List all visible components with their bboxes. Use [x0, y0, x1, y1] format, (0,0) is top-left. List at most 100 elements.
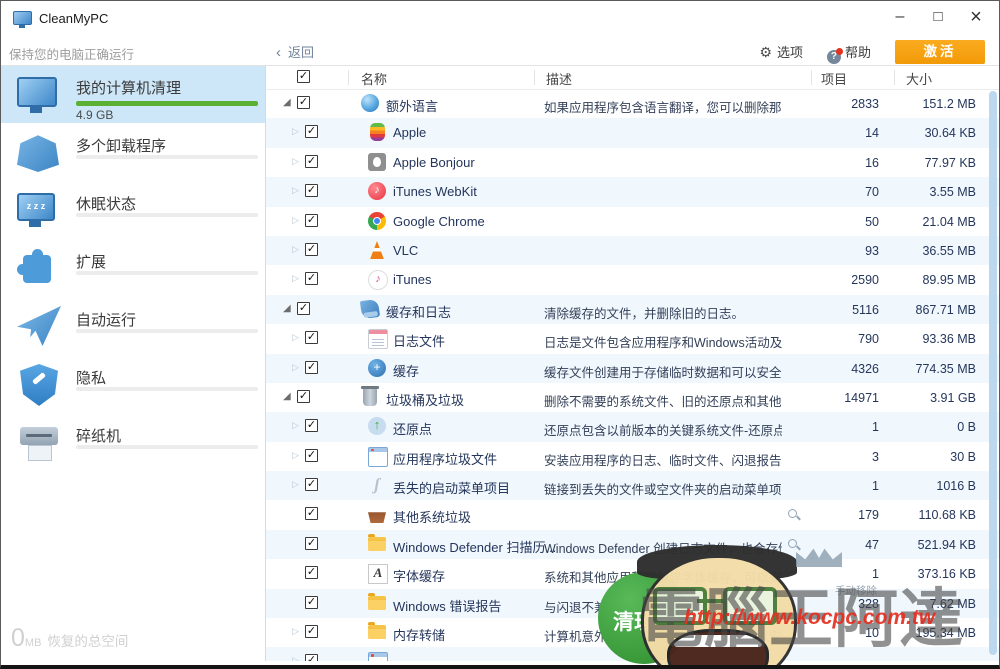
row-checkbox[interactable]: [297, 96, 310, 109]
sidebar-item-uninstaller[interactable]: 多个卸载程序: [1, 123, 265, 181]
select-all-checkbox[interactable]: [297, 70, 310, 83]
expand-arrow-icon[interactable]: [292, 185, 299, 196]
row-items-count: 16: [865, 155, 879, 170]
column-divider: [534, 70, 535, 85]
vertical-scrollbar-thumb[interactable]: [989, 91, 997, 655]
table-row-14[interactable]: 其他系统垃圾 179 110.68 KB: [266, 500, 999, 529]
row-checkbox[interactable]: [305, 125, 318, 139]
expand-arrow-icon[interactable]: [292, 626, 299, 637]
row-description: 链接到丢失的文件或空文件夹的启动菜单项目: [544, 483, 782, 498]
maximize-button[interactable]: [919, 1, 957, 35]
row-size: 867.71 MB: [915, 302, 976, 317]
help-icon: [826, 48, 843, 64]
table-row-6[interactable]: iTunes 2590 89.95 MB: [266, 265, 999, 294]
row-name: VLC: [393, 242, 419, 258]
options-label: 选项: [776, 45, 803, 60]
apple-color-icon: [370, 123, 385, 142]
help-button[interactable]: 帮助: [826, 42, 871, 64]
row-name: 还原点: [393, 422, 433, 438]
column-header-size[interactable]: 大小: [906, 69, 932, 88]
sidebar-item-hibernation[interactable]: 休眠状态: [1, 181, 265, 239]
column-header-name[interactable]: 名称: [361, 69, 387, 88]
expand-arrow-icon[interactable]: [292, 332, 299, 343]
sidebar-item-privacy[interactable]: 隐私: [1, 355, 265, 413]
table-row-11[interactable]: 还原点 还原点包含以前版本的关键系统文件-还原点（除... 1 0 B: [266, 412, 999, 442]
row-checkbox[interactable]: [305, 566, 318, 580]
row-checkbox[interactable]: [305, 536, 318, 550]
row-checkbox[interactable]: [305, 242, 318, 256]
back-button[interactable]: 返回: [276, 42, 314, 61]
table-row-10[interactable]: 垃圾桶及垃圾 删除不需要的系统文件、旧的还原点和其他系统垃... 14971 3…: [266, 383, 999, 412]
table-row-2[interactable]: Apple Bonjour 16 77.97 KB: [266, 148, 999, 177]
table-row-0[interactable]: 额外语言 如果应用程序包含语言翻译，您可以删除那些不... 2833 151.2…: [266, 89, 999, 118]
sidebar: 我的计算机清理 4.9 GB 多个卸载程序 休眠状态 扩展 自动运行 隐私 碎纸…: [1, 65, 266, 661]
folder-icon: [368, 622, 386, 640]
table-row-12[interactable]: 应用程序垃圾文件 安装应用程序的日志、临时文件、闪退报告和其他... 3 30 …: [266, 442, 999, 471]
row-checkbox[interactable]: [305, 478, 318, 492]
expand-arrow-icon[interactable]: [292, 479, 299, 490]
expand-arrow-icon[interactable]: [292, 126, 299, 137]
table-row-13[interactable]: 丢失的启动菜单项目 链接到丢失的文件或空文件夹的启动菜单项目 1 1016 B: [266, 471, 999, 501]
row-size: 521.94 KB: [917, 537, 976, 552]
row-checkbox[interactable]: [305, 595, 318, 609]
broom-icon: [359, 298, 381, 319]
expand-arrow-icon[interactable]: [292, 215, 299, 226]
row-checkbox[interactable]: [305, 625, 318, 639]
row-size: 36.55 MB: [922, 243, 976, 258]
row-checkbox[interactable]: [305, 331, 318, 345]
close-button[interactable]: [957, 1, 995, 35]
table-row-7[interactable]: 缓存和日志 清除缓存的文件，并删除旧的日志。 5116 867.71 MB: [266, 294, 999, 325]
table-row-5[interactable]: VLC 93 36.55 MB: [266, 235, 999, 266]
row-checkbox[interactable]: [305, 154, 318, 168]
row-checkbox[interactable]: [305, 272, 318, 286]
sidebar-item-extensions[interactable]: 扩展: [1, 239, 265, 297]
row-checkbox[interactable]: [305, 654, 318, 661]
expand-arrow-icon[interactable]: [283, 391, 291, 402]
table-row-9[interactable]: 缓存 缓存文件创建用于存储临时数据和可以安全删除 4326 774.35 MB: [266, 353, 999, 383]
expand-arrow-icon[interactable]: [292, 655, 299, 661]
startmenu-icon: [368, 476, 386, 494]
expand-arrow-icon[interactable]: [292, 273, 299, 284]
expand-arrow-icon[interactable]: [283, 303, 291, 314]
sidebar-item-progress: [76, 101, 258, 106]
row-checkbox[interactable]: [305, 213, 318, 227]
row-checkbox[interactable]: [305, 184, 318, 198]
expand-arrow-icon[interactable]: [292, 420, 299, 431]
column-header-desc[interactable]: 描述: [546, 69, 572, 88]
row-checkbox[interactable]: [305, 448, 318, 462]
row-size: 110.68 KB: [918, 508, 976, 523]
row-checkbox[interactable]: [297, 389, 310, 403]
activate-button[interactable]: 激活: [895, 40, 985, 64]
table-row-4[interactable]: Google Chrome 50 21.04 MB: [266, 207, 999, 236]
table-row-1[interactable]: Apple 14 30.64 KB: [266, 118, 999, 148]
watermark-url: http://www.kocpc.com.tw: [684, 606, 936, 629]
table-row-3[interactable]: iTunes WebKit 70 3.55 MB: [266, 177, 999, 207]
table-row-8[interactable]: 日志文件 日志是文件包含应用程序和Windows活动及错误... 790 93.…: [266, 324, 999, 353]
row-checkbox[interactable]: [297, 301, 310, 315]
row-checkbox[interactable]: [305, 419, 318, 433]
column-header-items[interactable]: 项目: [821, 69, 847, 88]
row-name: 丢失的启动菜单项目: [393, 481, 511, 497]
expand-arrow-icon[interactable]: [292, 450, 299, 461]
row-checkbox[interactable]: [305, 507, 318, 521]
expand-arrow-icon[interactable]: [283, 97, 291, 108]
chrome-icon: [368, 211, 386, 230]
options-button[interactable]: 选项: [759, 42, 803, 61]
sidebar-item-my-computer-clean[interactable]: 我的计算机清理 4.9 GB: [1, 65, 265, 123]
row-checkbox[interactable]: [305, 360, 318, 374]
row-name: 垃圾桶及垃圾: [386, 392, 465, 408]
sidebar-list: 我的计算机清理 4.9 GB 多个卸载程序 休眠状态 扩展 自动运行 隐私 碎纸…: [1, 65, 265, 471]
expand-arrow-icon[interactable]: [292, 244, 299, 255]
sidebar-item-autorun[interactable]: 自动运行: [1, 297, 265, 355]
toolbar: 保持您的电脑正确运行 返回 选项 帮助 激活: [1, 37, 999, 66]
sidebar-item-shredder[interactable]: 碎纸机: [1, 413, 265, 471]
row-name: 额外语言: [386, 99, 439, 114]
expand-arrow-icon[interactable]: [292, 156, 299, 167]
search-icon[interactable]: [788, 509, 800, 521]
sidebar-item-label: 休眠状态: [76, 196, 137, 213]
row-size: 77.97 KB: [924, 155, 976, 170]
itunes-red-icon: [368, 182, 386, 201]
minimize-button[interactable]: [881, 1, 919, 35]
row-items-count: 179: [858, 508, 879, 523]
expand-arrow-icon[interactable]: [292, 362, 299, 373]
